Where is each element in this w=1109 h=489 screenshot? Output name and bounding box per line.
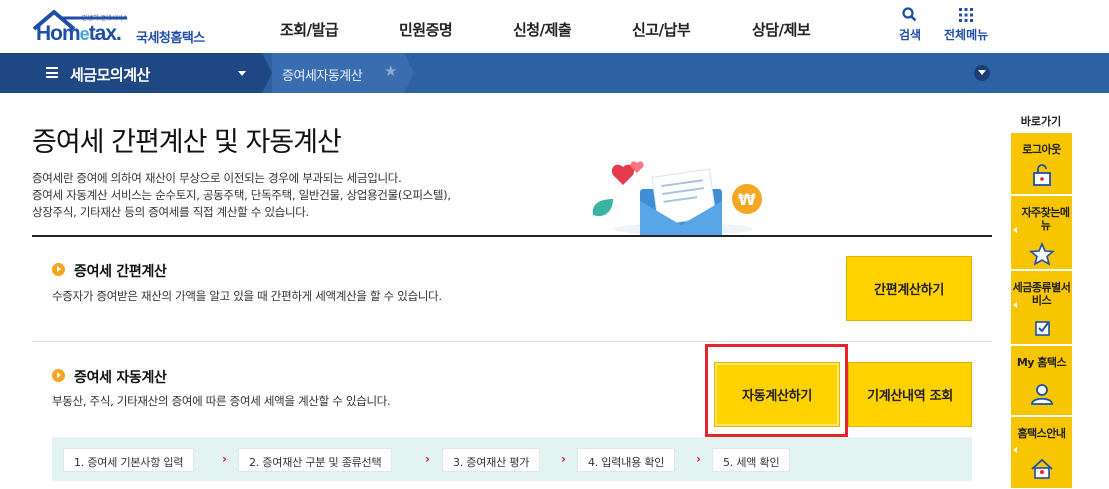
- nav-menu-application[interactable]: 신청/제출: [513, 19, 572, 40]
- quick-favorites[interactable]: 자주찾는메뉴: [1011, 196, 1072, 270]
- simple-calc-heading: 증여세 간편계산: [74, 264, 167, 280]
- all-menu-button[interactable]: 전체메뉴: [944, 6, 988, 43]
- step-arrow-icon: ›: [561, 452, 566, 466]
- chevron-down-icon: [238, 71, 246, 76]
- bullet-icon: [52, 263, 65, 276]
- simple-calc-button[interactable]: 간편계산하기: [846, 256, 972, 321]
- step-item: 5. 세액 확인: [712, 448, 791, 472]
- step-item: 4. 입력내용 확인: [577, 448, 676, 472]
- calc-history-button[interactable]: 기계산내역 조회: [848, 362, 972, 427]
- page-description: 증여세란 증여에 의하여 재산이 무상으로 이전되는 경우에 부과되는 세금입니…: [32, 170, 451, 221]
- grid-icon: [959, 8, 974, 22]
- description-line: 증여세란 증여에 의하여 재산이 무상으로 이전되는 경우에 부과되는 세금입니…: [32, 171, 402, 185]
- quick-hometax-guide-label: 홈택스안내: [1017, 427, 1066, 440]
- process-steps: 1. 증여세 기본사항 입력 › 2. 증여재산 구분 및 종류선택 › 3. …: [52, 437, 972, 481]
- checkbox-icon: [1035, 321, 1050, 336]
- bullet-icon: [52, 369, 65, 382]
- top-header: 안녕히 걸세서비스 Hometax. 국세청홈택스 조회/발급 민원증명 신청/…: [0, 0, 1109, 53]
- search-label: 검색: [899, 28, 922, 42]
- quick-favorites-label: 자주찾는메뉴: [1021, 206, 1070, 232]
- quick-logout[interactable]: 로그아웃: [1011, 133, 1072, 195]
- step-item: 3. 증여재산 평가: [442, 448, 541, 472]
- simple-calc-description: 수증자가 증여받은 재산의 가액을 알고 있을 때 간편하게 세액계산을 할 수…: [52, 289, 442, 303]
- calc-history-button-label: 기계산내역 조회: [867, 389, 953, 404]
- page-title: 증여세 간편계산 및 자동계산: [32, 127, 342, 158]
- breadcrumb-divider: [262, 53, 272, 93]
- location-title: 세금모의계산: [70, 66, 150, 84]
- location-menu-dropdown[interactable]: 세금모의계산: [0, 53, 262, 93]
- chevron-left-icon: [1013, 446, 1017, 453]
- logo-tagline: 안녕히 걸세서비스: [82, 15, 129, 22]
- description-line: 증여세 자동계산 서비스는 순수토지, 공동주택, 단독주택, 일반건물, 상업…: [32, 188, 451, 202]
- simple-calc-button-label: 간편계산하기: [874, 283, 944, 298]
- quick-links-bar: 바로가기 로그아웃 자주찾는메뉴 세금종류별서비스 My 홈택스 홈택스안내: [1008, 113, 1074, 489]
- unlock-icon: [1033, 164, 1051, 186]
- envelope-illustration: ₩: [592, 161, 762, 235]
- quick-hometax-guide[interactable]: 홈택스안내: [1011, 417, 1072, 489]
- expand-circle-icon[interactable]: [974, 65, 990, 81]
- logo-subtitle: 국세청홈택스: [136, 31, 205, 46]
- nav-menu-certificate[interactable]: 민원증명: [399, 19, 453, 40]
- section-divider: [32, 235, 992, 237]
- quick-my-hometax[interactable]: My 홈택스: [1011, 346, 1072, 416]
- chevron-left-icon: [1013, 301, 1017, 308]
- highlight-annotation-box: [705, 344, 848, 437]
- description-line: 상장주식, 기타재산 등의 증여세를 직접 계산할 수 있습니다.: [32, 205, 309, 219]
- step-arrow-icon: ›: [425, 452, 430, 466]
- all-menu-label: 전체메뉴: [944, 28, 989, 42]
- search-button[interactable]: 검색: [899, 6, 921, 43]
- location-bar: 세금모의계산 증여세자동계산 ★: [0, 53, 1109, 93]
- step-item: 1. 증여세 기본사항 입력: [63, 448, 195, 472]
- auto-calc-heading: 증여세 자동계산: [74, 370, 167, 386]
- breadcrumb-divider-end: [404, 53, 414, 93]
- nav-menu-report-pay[interactable]: 신고/납부: [632, 19, 691, 40]
- quick-logout-label: 로그아웃: [1022, 143, 1061, 156]
- nav-menu-consult[interactable]: 상담/제보: [752, 19, 811, 40]
- info-icon: [1031, 458, 1053, 479]
- step-item: 2. 증여재산 구분 및 종류선택: [238, 448, 393, 472]
- star-icon: [1029, 242, 1055, 266]
- svg-text:₩: ₩: [738, 190, 756, 209]
- step-arrow-icon: ›: [222, 452, 227, 466]
- breadcrumb-current-label: 증여세자동계산: [282, 69, 363, 84]
- quick-tax-services[interactable]: 세금종류별서비스: [1011, 271, 1072, 345]
- nav-menu-inquiry[interactable]: 조회/발급: [280, 19, 339, 40]
- search-icon: [902, 7, 917, 22]
- step-arrow-icon: ›: [696, 452, 701, 466]
- favorite-star-icon[interactable]: ★: [384, 62, 397, 80]
- user-icon: [1031, 384, 1053, 405]
- logo-wordmark: Hometax.: [36, 22, 122, 45]
- quick-tax-services-label: 세금종류별서비스: [1012, 281, 1071, 307]
- section-divider: [32, 341, 992, 342]
- hamburger-icon: [46, 67, 58, 78]
- hometax-logo[interactable]: 안녕히 걸세서비스 Hometax. 국세청홈택스: [32, 5, 222, 47]
- auto-calc-description: 부동산, 주식, 기타재산의 증여에 따른 증여세 세액을 계산할 수 있습니다…: [52, 394, 391, 408]
- quick-my-hometax-label: My 홈택스: [1016, 356, 1067, 369]
- quick-links-title: 바로가기: [1020, 115, 1062, 128]
- chevron-left-icon: [1013, 226, 1017, 233]
